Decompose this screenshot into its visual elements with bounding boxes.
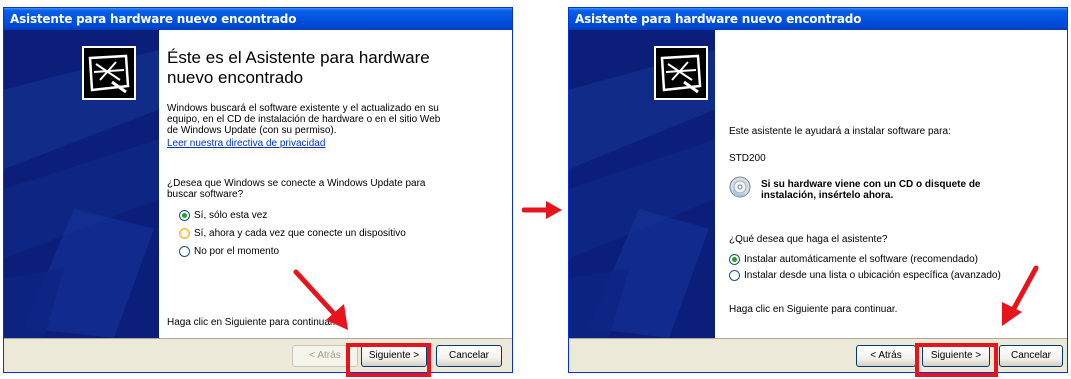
cancel-button[interactable]: Cancelar <box>999 345 1063 367</box>
intro-line3: de Windows Update (con su permiso). <box>167 125 337 136</box>
next-button-highlight <box>346 343 431 377</box>
radio-label: Instalar automáticamente el software (re… <box>744 254 979 265</box>
next-button-highlight <box>915 343 998 377</box>
privacy-link[interactable]: Leer nuestra directiva de privacidad <box>167 138 325 150</box>
radio-option-advanced[interactable]: Instalar desde una lista o ubicación esp… <box>729 270 1001 282</box>
question-text: ¿Qué desea que haga el asistente? <box>729 234 888 245</box>
radio-button-icon <box>179 228 190 239</box>
radio-button-icon <box>179 246 190 257</box>
radio-option-automatic[interactable]: Instalar automáticamente el software (re… <box>729 254 978 266</box>
continue-instruction: Haga clic en Siguiente para continuar. <box>729 304 898 315</box>
radio-option-only-once[interactable]: Sí, sólo esta vez <box>179 210 267 222</box>
intro-text: Este asistente le ayudará a instalar sof… <box>729 126 951 137</box>
wizard-heading-line2: nuevo encontrado <box>167 68 304 87</box>
question-line2: buscar software? <box>167 189 244 200</box>
back-button[interactable]: < Atrás <box>856 345 916 367</box>
hardware-wizard-icon <box>654 46 708 100</box>
cancel-button[interactable]: Cancelar <box>436 345 502 367</box>
radio-button-icon <box>179 210 190 221</box>
wizard-heading-line1: Éste es el Asistente para hardware <box>167 48 430 67</box>
left-side-panel <box>4 30 159 338</box>
radio-button-icon <box>729 270 740 281</box>
red-arrow <box>522 201 562 219</box>
radio-label: Sí, sólo esta vez <box>194 210 268 221</box>
right-window-title: Asistente para hardware nuevo encontrado <box>569 8 1067 30</box>
radio-label: No por el momento <box>194 246 280 257</box>
red-arrow <box>1002 265 1039 326</box>
right-side-panel <box>569 30 715 338</box>
radio-label: Instalar desde una lista o ubicación esp… <box>744 270 1001 281</box>
left-button-bar: < Atrás Siguiente > Cancelar <box>4 338 512 372</box>
cd-icon <box>729 176 751 198</box>
radio-option-not-now[interactable]: No por el momento <box>179 246 279 258</box>
left-wizard-window: Asistente para hardware nuevo encontrado… <box>3 7 513 373</box>
red-arrow <box>293 269 348 330</box>
device-name: STD200 <box>729 153 766 164</box>
hardware-wizard-icon <box>82 46 136 100</box>
right-wizard-window: Asistente para hardware nuevo encontrado… <box>568 7 1068 373</box>
cd-prompt-line2: instalación, insértelo ahora. <box>761 190 894 201</box>
radio-button-icon <box>729 254 740 265</box>
radio-label: Sí, ahora y cada vez que conecte un disp… <box>194 228 406 239</box>
radio-option-always[interactable]: Sí, ahora y cada vez que conecte un disp… <box>179 228 406 240</box>
left-window-title: Asistente para hardware nuevo encontrado <box>4 8 512 30</box>
